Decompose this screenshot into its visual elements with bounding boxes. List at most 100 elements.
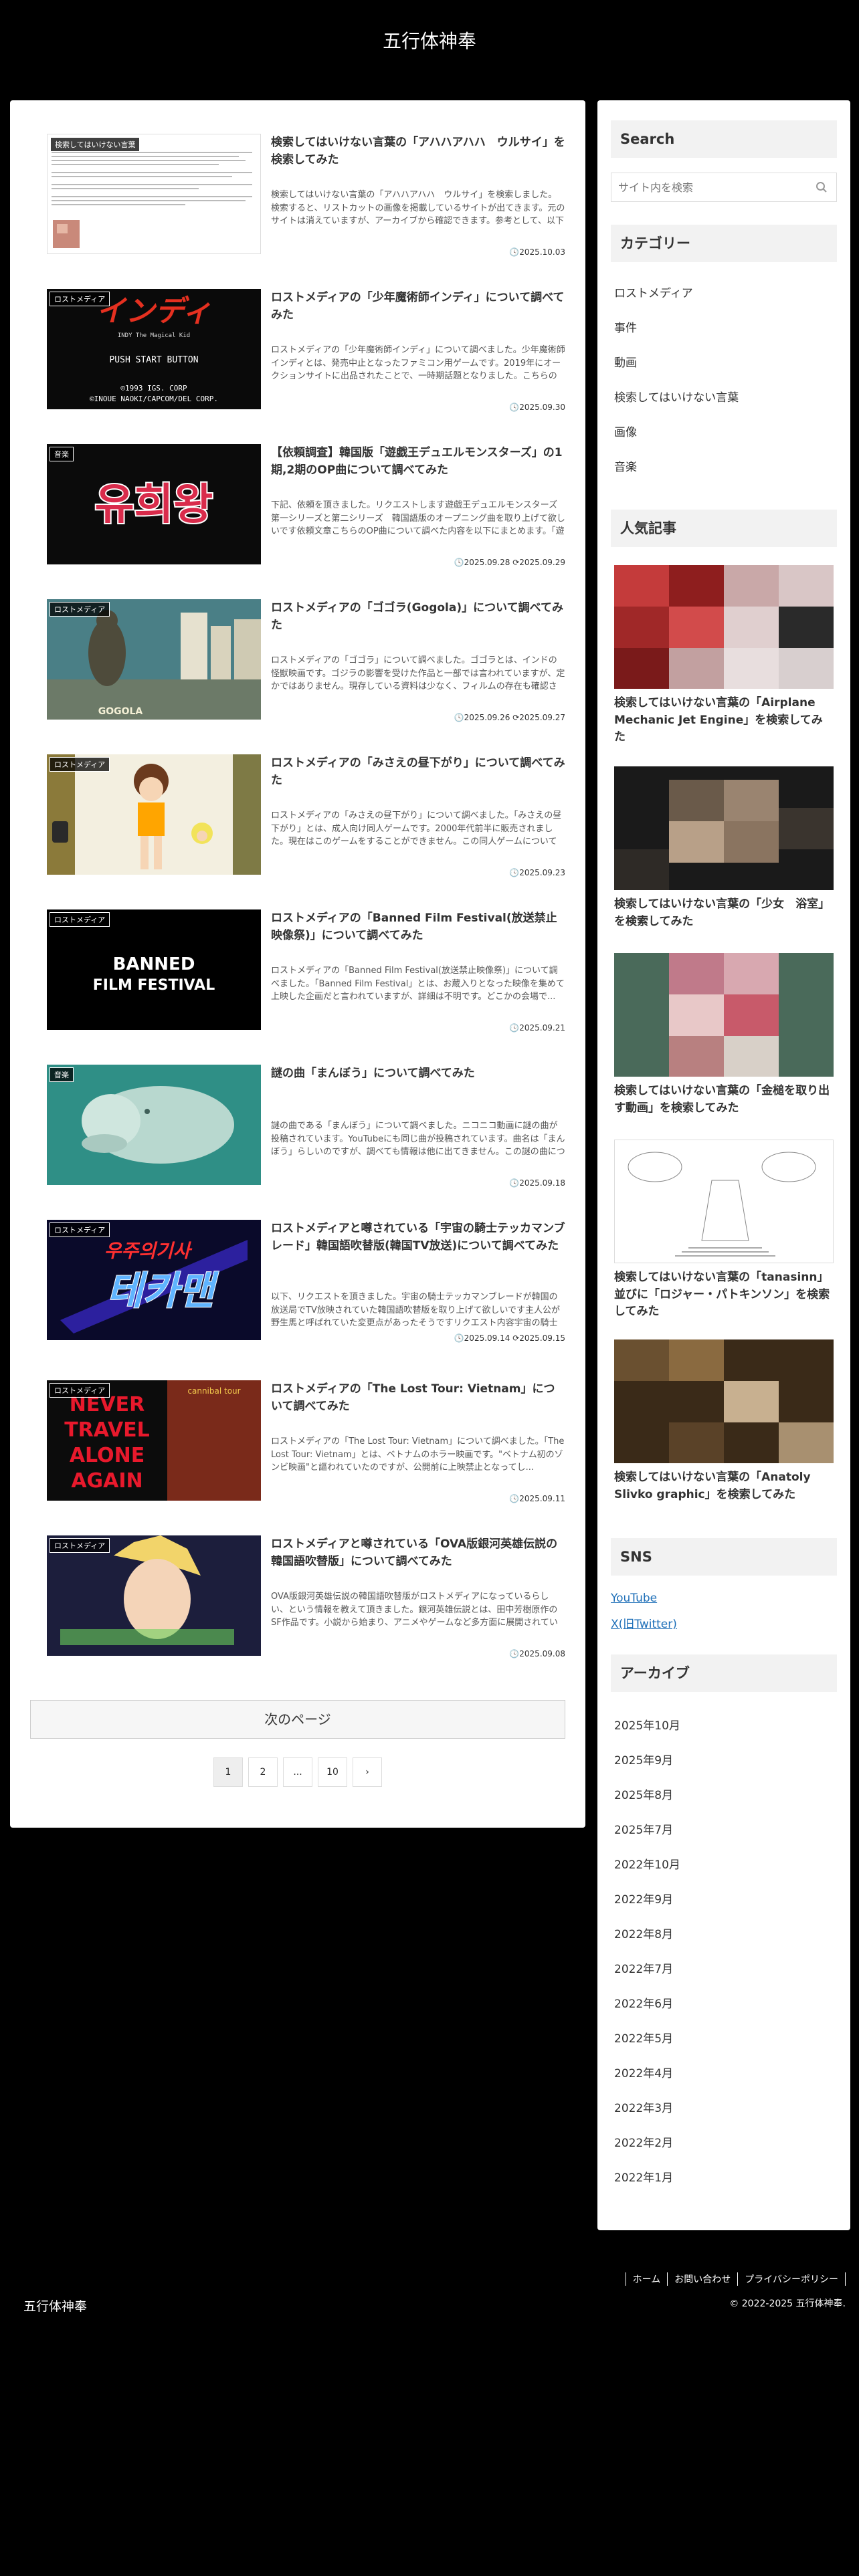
footer-contact-link[interactable]: お問い合わせ xyxy=(667,2272,737,2286)
category-link[interactable]: 画像 xyxy=(614,423,835,439)
article-title[interactable]: ロストメディアの「The Lost Tour: Vietnam」について調べてみ… xyxy=(271,1380,565,1416)
archive-link[interactable]: 2022年8月 xyxy=(614,1925,835,1941)
archive-link[interactable]: 2025年7月 xyxy=(614,1820,835,1837)
category-badge: ロストメディア xyxy=(50,1383,110,1398)
next-arrow-button[interactable]: › xyxy=(353,1757,382,1787)
article-title[interactable]: ロストメディアの「Banned Film Festival(放送禁止映像祭)」に… xyxy=(271,909,565,945)
archive-link[interactable]: 2025年9月 xyxy=(614,1751,835,1767)
archive-link[interactable]: 2025年8月 xyxy=(614,1786,835,1802)
article-card[interactable]: 音楽 謎の曲「まんぼう」について調べてみた 謎の曲である「まんぼう」について調べ… xyxy=(37,1058,565,1188)
popular-title[interactable]: 検索してはいけない言葉の「金槌を取り出す動画」を検索してみた xyxy=(614,1083,834,1117)
category-link[interactable]: 事件 xyxy=(614,318,835,335)
popular-thumbnail[interactable] xyxy=(614,565,834,689)
article-card[interactable]: 유희왕 音楽 【依頼調査】韓国版「遊戯王デュエルモンスターズ」の1期,2期のOP… xyxy=(37,437,565,567)
category-link[interactable]: 音楽 xyxy=(614,457,835,474)
archive-link[interactable]: 2022年3月 xyxy=(614,2099,835,2115)
article-card[interactable]: NEVER TRAVEL ALONE AGAIN cannibal tour ロ… xyxy=(37,1374,565,1503)
article-title[interactable]: 【依頼調査】韓国版「遊戯王デュエルモンスターズ」の1期,2期のOP曲について調べ… xyxy=(271,444,565,479)
popular-title[interactable]: 検索してはいけない言葉の「tanasinn」並びに「ロジャー・パトキンソン」を検… xyxy=(614,1269,834,1321)
site-title[interactable]: 五行体神奉 xyxy=(0,27,859,53)
lost-tour-line3: ALONE xyxy=(70,1444,145,1467)
anime-game-screen-image xyxy=(47,754,261,875)
article-thumbnail[interactable]: インディ INDY The Magical Kid PUSH START BUT… xyxy=(47,289,261,409)
published-date: 2025.09.18 xyxy=(519,1178,565,1188)
popular-title[interactable]: 検索してはいけない言葉の「Airplane Mechanic Jet Engin… xyxy=(614,695,834,746)
search-input[interactable] xyxy=(611,173,837,202)
article-thumbnail[interactable]: ロストメディア xyxy=(47,754,261,875)
article-title[interactable]: ロストメディアの「ゴゴラ(Gogola)」について調べてみた xyxy=(271,599,565,635)
article-title[interactable]: 検索してはいけない言葉の「アハハアハハ ウルサイ」を検索してみた xyxy=(271,134,565,169)
main-content: 検索してはいけない言葉 検索してはいけない言葉の「アハハアハハ ウルサイ」を検索… xyxy=(10,100,585,1828)
twitter-link[interactable]: X(旧Twitter) xyxy=(611,1614,677,1631)
footer-privacy-link[interactable]: プライバシーポリシー xyxy=(737,2272,846,2286)
article-thumbnail[interactable]: NEVER TRAVEL ALONE AGAIN cannibal tour ロ… xyxy=(47,1380,261,1501)
article-thumbnail[interactable]: ロストメディア xyxy=(47,1535,261,1656)
article-title[interactable]: ロストメディアの「少年魔術師インディ」について調べてみた xyxy=(271,289,565,324)
archive-link[interactable]: 2025年10月 xyxy=(614,1716,835,1733)
article-thumbnail[interactable]: GOGOLA ロストメディア xyxy=(47,599,261,720)
article-title[interactable]: ロストメディアと噂されている「OVA版銀河英雄伝説の韓国語吹替版」について調べて… xyxy=(271,1535,565,1571)
clock-icon: 🕓 xyxy=(509,1178,520,1188)
popular-title[interactable]: 検索してはいけない言葉の「少女 浴室」を検索してみた xyxy=(614,896,834,930)
article-thumbnail[interactable]: 유희왕 音楽 xyxy=(47,444,261,564)
indy-copy-text: ©1993 IGS. CORP xyxy=(120,384,187,393)
article-card[interactable]: 検索してはいけない言葉 検索してはいけない言葉の「アハハアハハ ウルサイ」を検索… xyxy=(37,127,565,257)
article-snippet: 以下、リクエストを頂きました。宇宙の騎士テッカマンブレードが韓国の放送局でTV放… xyxy=(271,1292,561,1328)
archive-link[interactable]: 2022年6月 xyxy=(614,1994,835,2011)
page-2-button[interactable]: 2 xyxy=(248,1757,278,1787)
pixelated-image xyxy=(614,1339,834,1463)
youtube-link[interactable]: YouTube xyxy=(611,1592,657,1605)
article-snippet: ロストメディアの「みさえの昼下がり」について調べました。「みさえの昼下がり」とは… xyxy=(271,811,562,847)
category-link[interactable]: 動画 xyxy=(614,353,835,370)
ascii-art-image xyxy=(615,1140,833,1263)
popular-heading: 人気記事 xyxy=(611,510,837,547)
article-card[interactable]: ロストメディア ロストメディアと噂されている「OVA版銀河英雄伝説の韓国語吹替版… xyxy=(37,1529,565,1658)
category-badge: ロストメディア xyxy=(50,912,110,927)
tekkaman-main-text: 테카맨 xyxy=(107,1268,219,1313)
next-page-button[interactable]: 次のページ xyxy=(30,1700,565,1739)
archive-link[interactable]: 2022年5月 xyxy=(614,2029,835,2046)
popular-thumbnail[interactable] xyxy=(614,1140,834,1263)
popular-title[interactable]: 検索してはいけない言葉の「Anatoly Slivko graphic」を検索し… xyxy=(614,1469,834,1503)
footer-site-title[interactable]: 五行体神奉 xyxy=(23,2296,87,2315)
article-card[interactable]: ロストメディア ロストメディアの「みさえの昼下がり」について調べてみた ロストメ… xyxy=(37,748,565,877)
popular-thumbnail[interactable] xyxy=(614,1339,834,1463)
article-snippet: ロストメディアの「少年魔術師インディ」について調べました。少年魔術師インディとは… xyxy=(271,345,565,381)
clock-icon: 🕓 xyxy=(509,1494,520,1503)
archive-link[interactable]: 2022年2月 xyxy=(614,2133,835,2150)
article-date: 🕓2025.09.21 xyxy=(509,1023,565,1033)
article-title[interactable]: ロストメディアの「みさえの昼下がり」について調べてみた xyxy=(271,754,565,790)
updated-date: 2025.09.28 xyxy=(464,558,510,567)
article-thumbnail[interactable]: 우주의기사 테카맨 ロストメディア xyxy=(47,1220,261,1340)
archive-link[interactable]: 2022年7月 xyxy=(614,1959,835,1976)
banned-line2-text: FILM FESTIVAL xyxy=(93,977,215,994)
category-link[interactable]: ロストメディア xyxy=(614,284,835,300)
famicom-title-screen-image: インディ INDY The Magical Kid PUSH START BUT… xyxy=(47,289,261,409)
article-card[interactable]: インディ INDY The Magical Kid PUSH START BUT… xyxy=(37,282,565,412)
beluga-underwater-image xyxy=(47,1065,261,1185)
archive-link[interactable]: 2022年10月 xyxy=(614,1855,835,1872)
published-date: 2025.09.21 xyxy=(519,1023,565,1033)
article-thumbnail[interactable]: BANNED FILM FESTIVAL ロストメディア xyxy=(47,909,261,1030)
article-card[interactable]: 우주의기사 테카맨 ロストメディア ロストメディアと噂されている「宇宙の騎士テッ… xyxy=(37,1213,565,1343)
clock-icon: 🕓 xyxy=(454,713,464,722)
page-1-button[interactable]: 1 xyxy=(213,1757,243,1787)
indy-copy2-text: ©INOUE NAOKI/CAPCOM/DEL CORP. xyxy=(90,395,218,403)
popular-thumbnail[interactable] xyxy=(614,766,834,890)
article-card[interactable]: BANNED FILM FESTIVAL ロストメディア ロストメディアの「Ba… xyxy=(37,903,565,1033)
article-thumbnail[interactable]: 音楽 xyxy=(47,1065,261,1185)
updated-date: 2025.09.14 xyxy=(464,1333,510,1343)
text-screenshot-image xyxy=(47,134,260,253)
archive-link[interactable]: 2022年9月 xyxy=(614,1890,835,1907)
archive-link[interactable]: 2022年1月 xyxy=(614,2168,835,2185)
article-title[interactable]: 謎の曲「まんぼう」について調べてみた xyxy=(271,1065,565,1082)
footer-home-link[interactable]: ホーム xyxy=(625,2272,668,2286)
popular-thumbnail[interactable] xyxy=(614,953,834,1077)
archive-link[interactable]: 2022年4月 xyxy=(614,2064,835,2080)
search-icon[interactable] xyxy=(816,181,828,193)
page-10-button[interactable]: 10 xyxy=(318,1757,347,1787)
article-title[interactable]: ロストメディアと噂されている「宇宙の騎士テッカマンブレード」韓国語吹替版(韓国T… xyxy=(271,1220,565,1255)
article-card[interactable]: GOGOLA ロストメディア ロストメディアの「ゴゴラ(Gogola)」について… xyxy=(37,593,565,722)
category-link[interactable]: 検索してはいけない言葉 xyxy=(614,388,835,405)
article-thumbnail[interactable]: 検索してはいけない言葉 xyxy=(47,134,261,254)
